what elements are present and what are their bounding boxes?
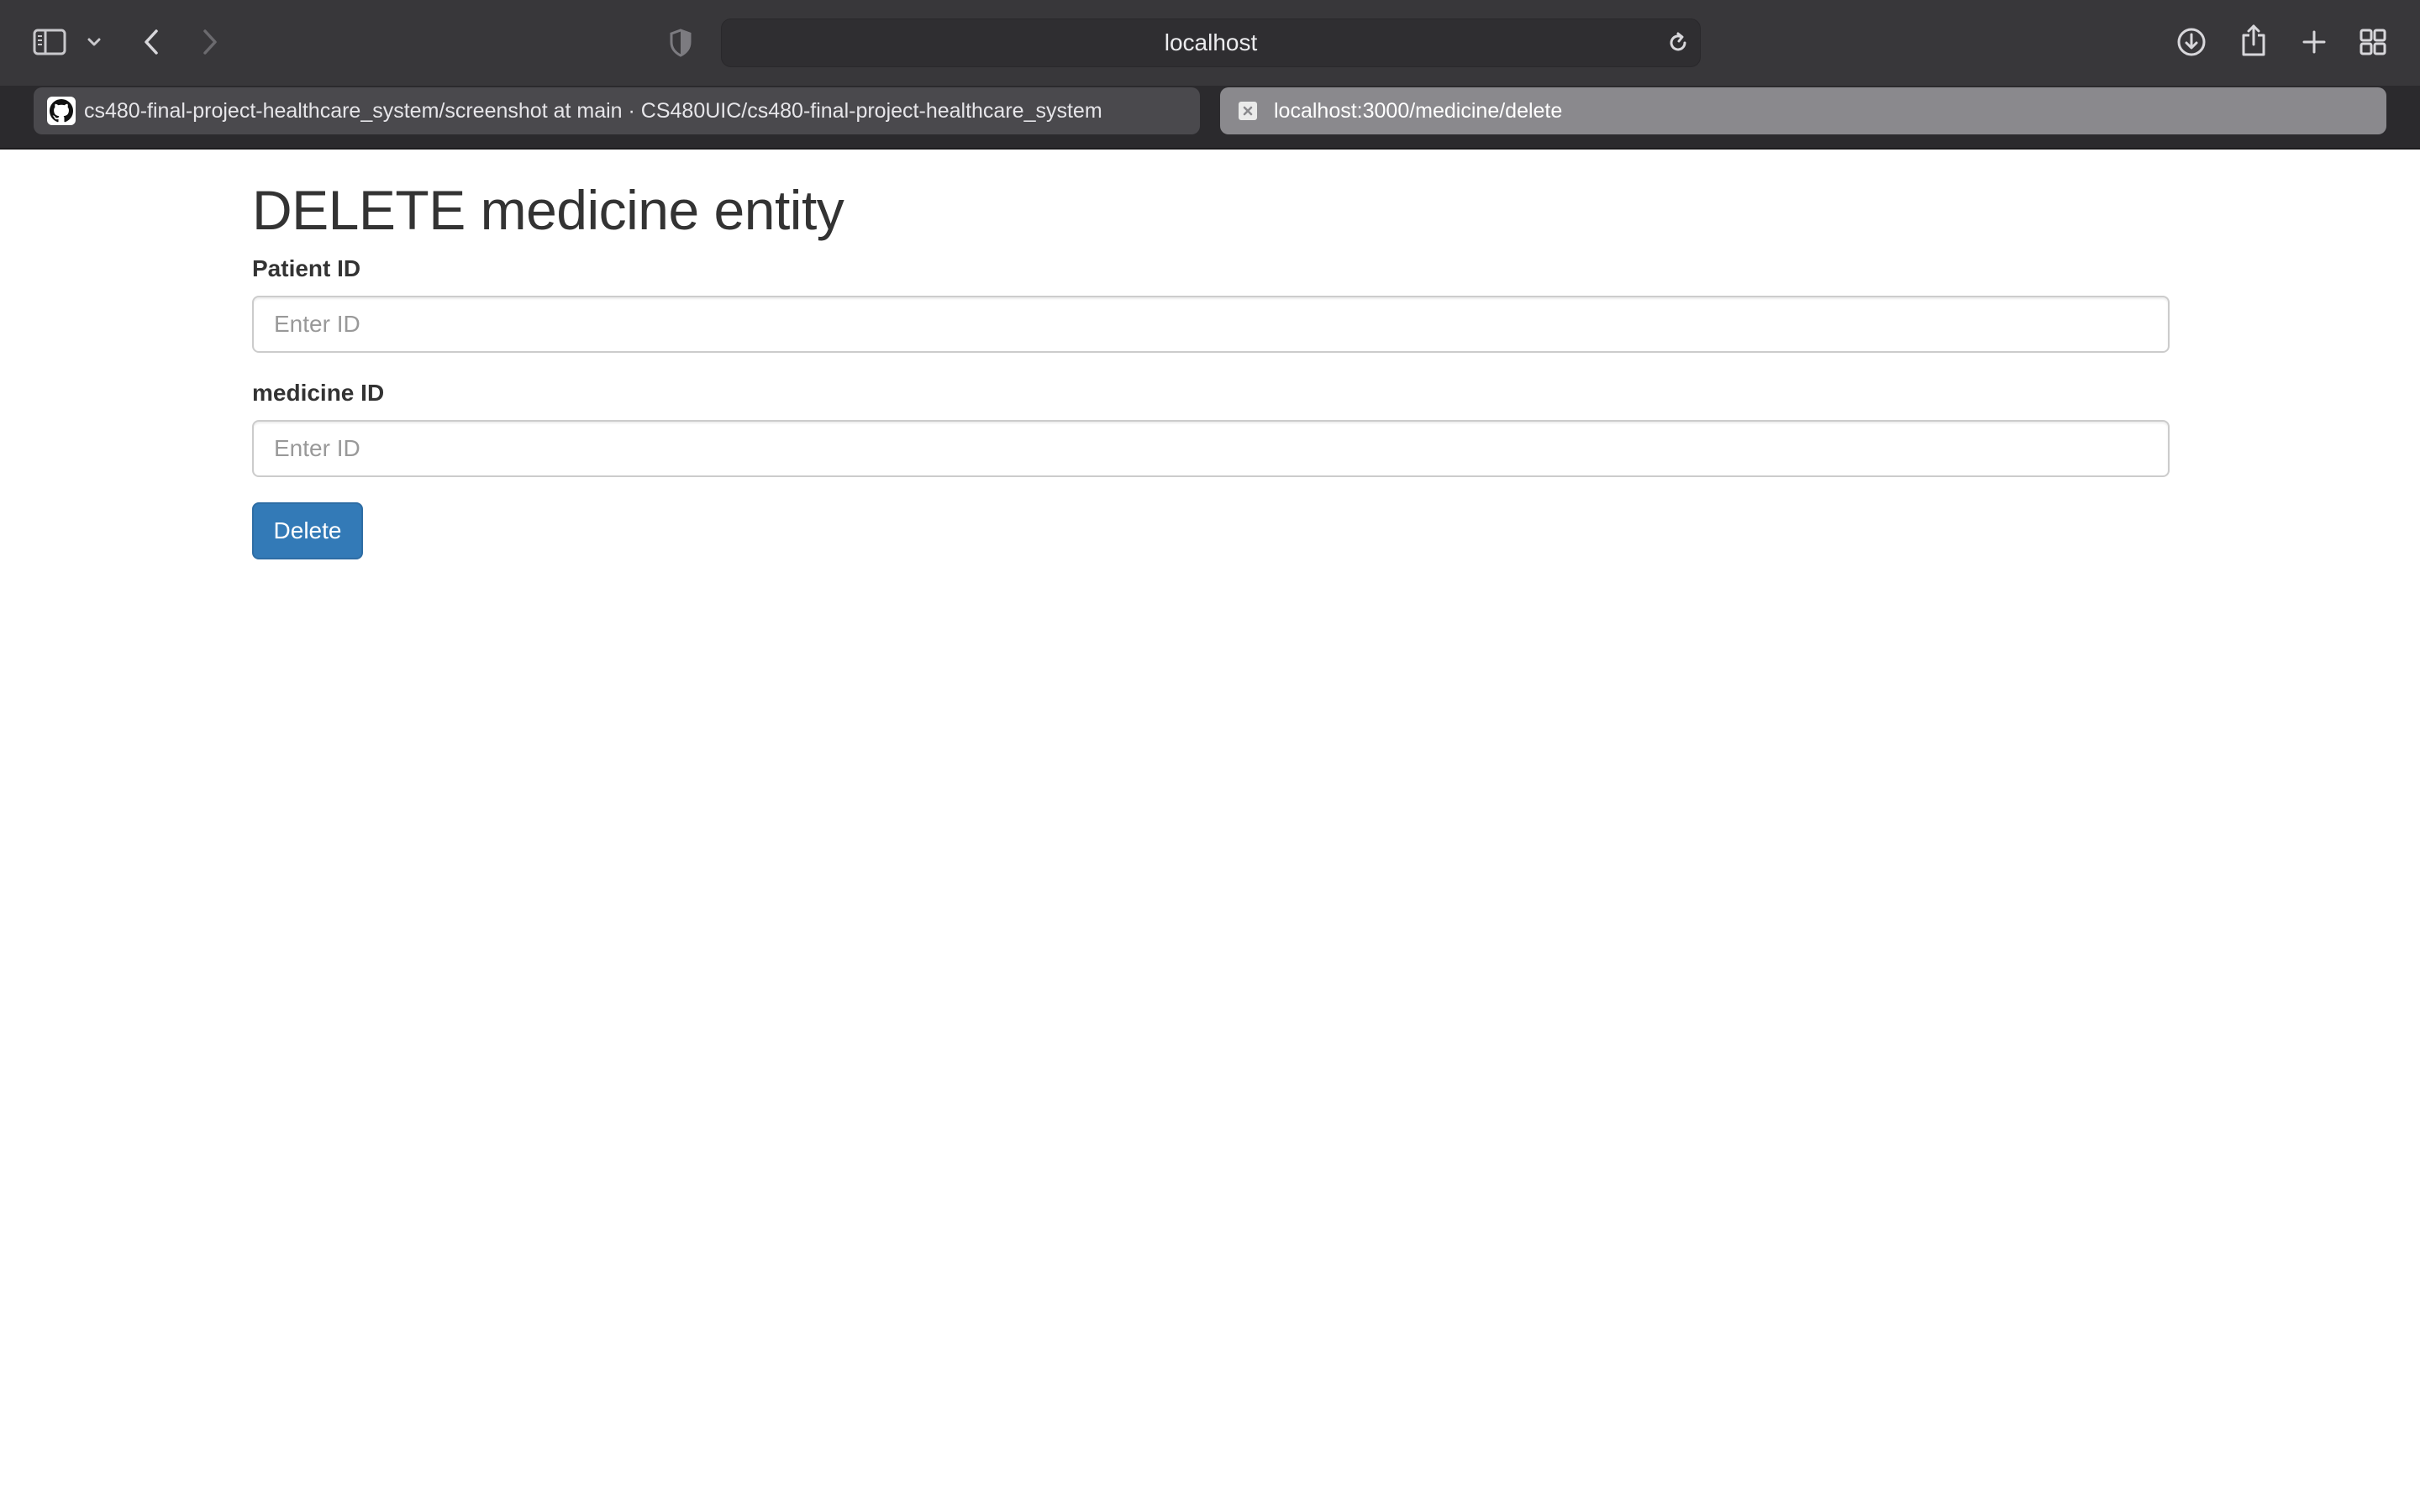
chevron-down-icon[interactable] <box>84 32 104 52</box>
share-icon[interactable] <box>2238 22 2269 59</box>
forward-icon[interactable] <box>197 25 224 59</box>
shield-icon[interactable] <box>667 27 694 59</box>
browser-toolbar: localhost <box>0 0 2420 86</box>
patient-id-input[interactable] <box>252 296 2170 353</box>
plus-icon[interactable] <box>2299 27 2329 57</box>
sidebar-icon[interactable] <box>32 27 67 57</box>
address-bar[interactable]: localhost <box>721 18 1701 67</box>
github-icon <box>47 97 76 125</box>
tab-localhost[interactable]: localhost:3000/medicine/delete <box>1220 87 2386 134</box>
medicine-id-label: medicine ID <box>252 380 385 406</box>
back-icon[interactable] <box>138 25 165 59</box>
tab-label: cs480-final-project-healthcare_system/sc… <box>84 98 1102 123</box>
download-icon[interactable] <box>2175 25 2208 59</box>
patient-id-label: Patient ID <box>252 255 361 281</box>
address-text: localhost <box>1164 29 1258 55</box>
reload-icon[interactable] <box>1664 29 1692 57</box>
close-box-icon <box>1239 102 1257 120</box>
delete-button[interactable]: Delete <box>252 502 363 559</box>
tab-overview-icon[interactable] <box>2358 27 2388 57</box>
page-title: DELETE medicine entity <box>252 179 844 241</box>
tab-github[interactable]: cs480-final-project-healthcare_system/sc… <box>34 87 1200 134</box>
medicine-id-input[interactable] <box>252 420 2170 477</box>
tab-label: localhost:3000/medicine/delete <box>1274 98 1563 123</box>
